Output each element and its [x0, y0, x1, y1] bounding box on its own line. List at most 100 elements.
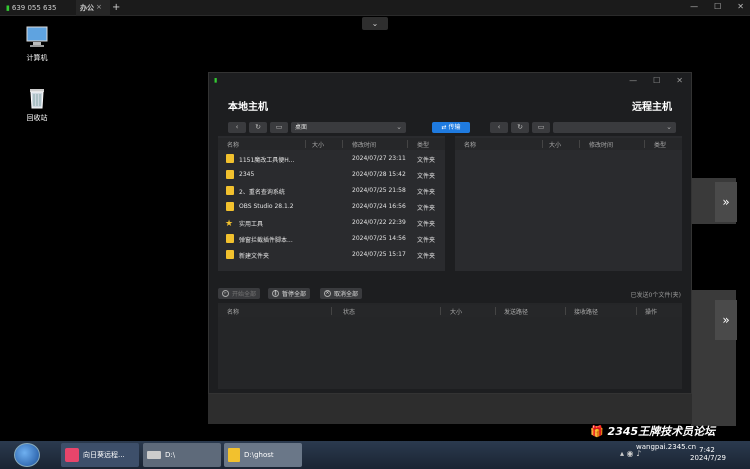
maximize-button[interactable]: ☐	[714, 2, 721, 11]
folder-icon	[226, 154, 234, 163]
remote-toolbar: ‹ ↻ ▭ ⌄	[490, 122, 676, 133]
clock-date: 2024/7/29	[690, 454, 726, 462]
taskbar-item-drive-d[interactable]: D:\	[143, 443, 221, 467]
queue-column-action[interactable]: 操作	[645, 307, 657, 316]
play-icon: ▸	[222, 290, 229, 297]
minimize-button[interactable]: —	[690, 2, 698, 11]
pause-all-label: 暂停全部	[282, 291, 307, 298]
cancel-icon: ×	[324, 290, 331, 297]
taskbar-item-label: D:\	[165, 451, 176, 459]
queue-column-size[interactable]: 大小	[450, 307, 462, 316]
file-time: 2024/07/24 16:56	[352, 203, 406, 210]
close-button[interactable]: ✕	[676, 76, 683, 85]
chevron-right-icon[interactable]: »	[715, 182, 737, 222]
refresh-button[interactable]: ↻	[511, 122, 529, 133]
file-time: 2024/07/25 15:17	[352, 251, 406, 258]
file-type: 文件夹	[417, 205, 436, 212]
file-time: 2024/07/27 23:11	[352, 155, 406, 162]
transfer-queue: 名称 状态 大小 发送路径 接收路径 操作	[218, 303, 682, 389]
column-name[interactable]: 名称	[227, 140, 239, 149]
back-button[interactable]: ‹	[490, 122, 508, 133]
back-button[interactable]: ‹	[228, 122, 246, 133]
remote-window-controls: — ☐ ✕	[690, 2, 744, 11]
tab-remote-id[interactable]: ▮ 639 055 635	[2, 0, 74, 16]
file-row[interactable]: 新建文件夹 2024/07/25 15:17 文件夹	[218, 247, 445, 263]
window-controls: — ☐ ✕	[629, 76, 683, 85]
queue-header: 名称 状态 大小 发送路径 接收路径 操作	[218, 305, 682, 317]
file-row[interactable]: OBS Studio 28.1.2 2024/07/24 16:56 文件夹	[218, 199, 445, 215]
tab-remote-id-label: 639 055 635	[11, 4, 57, 12]
taskbar-item-label: D:\ghost	[244, 451, 274, 459]
column-modified[interactable]: 修改时间	[352, 140, 376, 149]
taskbar-item-sunlogin[interactable]: 向日葵远程...	[61, 443, 139, 467]
file-name: 1151魔改工具便H...	[239, 157, 295, 164]
remote-list-header: 名称 大小 修改时间 类型	[455, 138, 682, 150]
cancel-all-button[interactable]: × 取消全部	[320, 288, 363, 299]
refresh-button[interactable]: ↻	[249, 122, 267, 133]
desktop-icon-computer[interactable]: 计算机	[17, 24, 57, 63]
computer-icon	[24, 24, 50, 50]
gift-icon: 🎁	[590, 425, 604, 438]
tab-office[interactable]: 办公	[76, 0, 110, 16]
local-file-list: 名称 大小 修改时间 类型 1151魔改工具便H... 2024/07/27 2…	[218, 136, 445, 271]
new-folder-button[interactable]: ▭	[270, 122, 288, 133]
pause-all-button[interactable]: ‖ 暂停全部	[268, 288, 311, 299]
column-divider	[305, 140, 306, 148]
file-row[interactable]: 1151魔改工具便H... 2024/07/27 23:11 文件夹	[218, 151, 445, 167]
star-folder-icon: ★	[225, 219, 234, 229]
column-divider	[644, 140, 645, 148]
remote-file-list: 名称 大小 修改时间 类型	[455, 136, 682, 271]
file-row[interactable]: 2345 2024/07/28 15:42 文件夹	[218, 167, 445, 183]
pause-icon: ‖	[272, 290, 279, 297]
column-divider	[495, 307, 496, 315]
queue-column-receive-path[interactable]: 接收路径	[574, 307, 598, 316]
minimize-button[interactable]: —	[629, 76, 637, 85]
chevron-right-icon[interactable]: »	[715, 300, 737, 340]
new-folder-button[interactable]: ▭	[532, 122, 550, 133]
file-row[interactable]: 2、重名查询系统 2024/07/25 21:58 文件夹	[218, 183, 445, 199]
recycle-bin-icon	[24, 84, 50, 110]
toolbar-dropdown-button[interactable]: ⌄	[362, 17, 388, 30]
column-name[interactable]: 名称	[464, 140, 476, 149]
column-size[interactable]: 大小	[549, 140, 561, 149]
remote-tab-bar: ▮ 639 055 635 办公 × + — ☐ ✕	[0, 0, 750, 16]
column-modified[interactable]: 修改时间	[589, 140, 613, 149]
new-tab-button[interactable]: +	[112, 2, 120, 13]
maximize-button[interactable]: ☐	[653, 76, 660, 85]
file-row[interactable]: 弹窗拦截插件脚本... 2024/07/25 14:56 文件夹	[218, 231, 445, 247]
file-time: 2024/07/25 14:56	[352, 235, 406, 242]
local-host-title: 本地主机	[228, 102, 268, 113]
local-path-select[interactable]: 桌面 ⌄	[291, 122, 406, 133]
transfer-button[interactable]: ⇄ 传输	[432, 122, 470, 133]
column-divider	[407, 140, 408, 148]
start-all-button[interactable]: ▸ 开始全部	[218, 288, 261, 299]
tab-close-icon[interactable]: ×	[96, 3, 102, 11]
column-size[interactable]: 大小	[312, 140, 324, 149]
queue-column-status[interactable]: 状态	[343, 307, 355, 316]
background-window	[208, 394, 692, 424]
signal-icon: ▮	[6, 4, 10, 12]
file-time: 2024/07/25 21:58	[352, 187, 406, 194]
file-row[interactable]: ★ 实用工具 2024/07/22 22:39 文件夹	[218, 215, 445, 231]
file-type: 文件夹	[417, 253, 436, 260]
signal-icon: ▮	[214, 77, 218, 84]
queue-column-name[interactable]: 名称	[227, 307, 239, 316]
column-type[interactable]: 类型	[417, 140, 429, 149]
column-divider	[331, 307, 332, 315]
file-name: 实用工具	[239, 221, 264, 228]
system-clock[interactable]: 7:42 2024/7/29	[690, 446, 726, 462]
folder-icon	[226, 234, 234, 243]
taskbar-item-ghost-folder[interactable]: D:\ghost	[224, 443, 302, 467]
file-type: 文件夹	[417, 221, 436, 228]
remote-path-select[interactable]: ⌄	[553, 122, 676, 133]
watermark-text: 2345王牌技术员论坛	[607, 425, 716, 438]
desktop-icon-recycle-bin[interactable]: 回收站	[17, 84, 57, 123]
start-button[interactable]	[14, 443, 40, 467]
cancel-all-label: 取消全部	[334, 291, 359, 298]
column-type[interactable]: 类型	[654, 140, 666, 149]
queue-column-send-path[interactable]: 发送路径	[504, 307, 528, 316]
column-divider	[440, 307, 441, 315]
close-button[interactable]: ✕	[737, 2, 744, 11]
file-name: 2、重名查询系统	[239, 189, 285, 196]
file-name: 弹窗拦截插件脚本...	[239, 237, 293, 244]
